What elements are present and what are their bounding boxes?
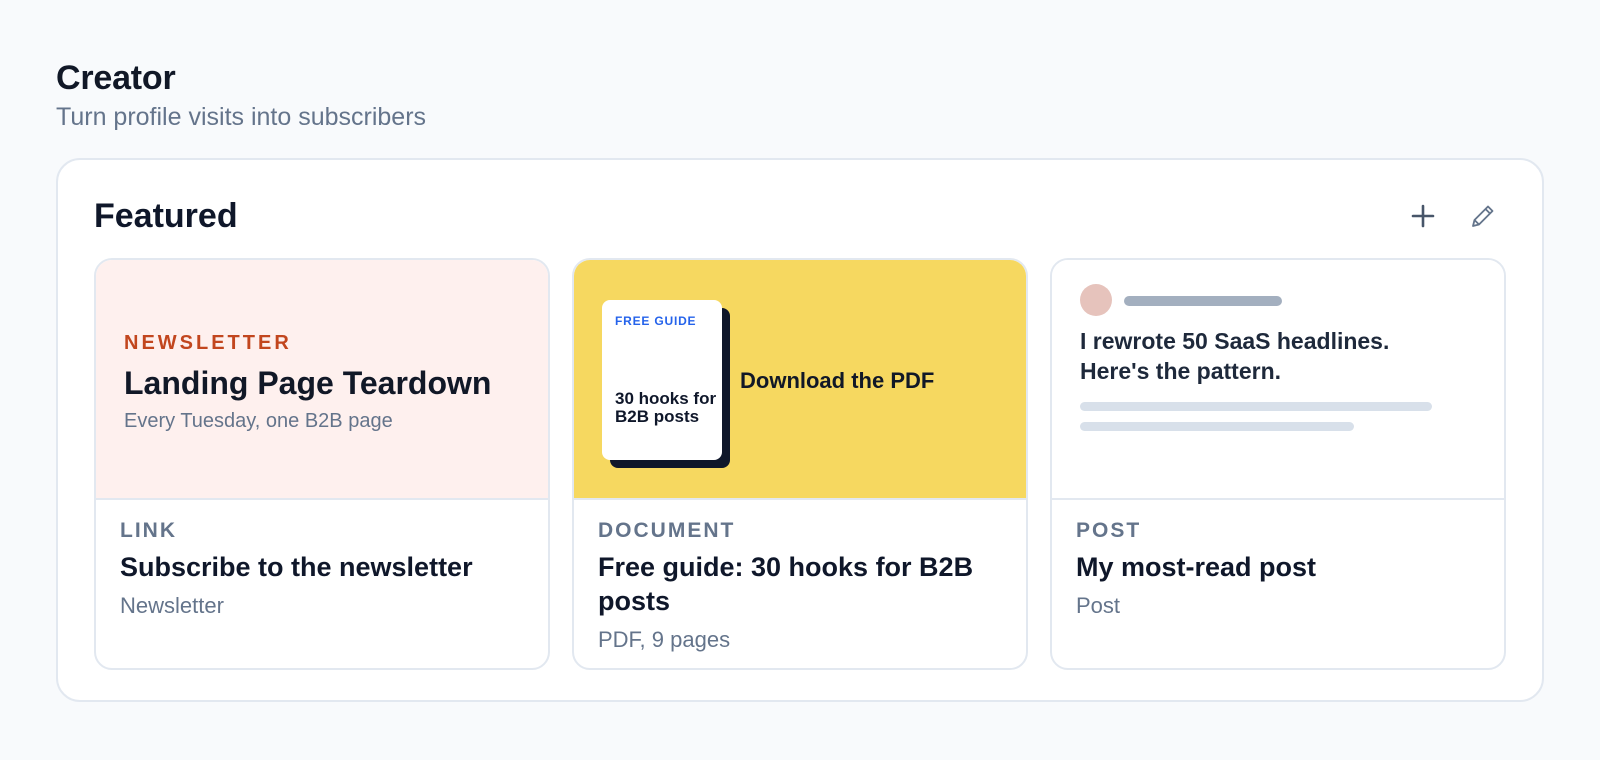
card-body: LINK Subscribe to the newsletter Newslet… xyxy=(96,500,548,638)
post-preview-text: I rewrote 50 SaaS headlines. Here's the … xyxy=(1080,328,1390,384)
featured-section: Featured NEWSLETTER Landing Page Teardow… xyxy=(56,158,1544,702)
post-line-placeholder xyxy=(1080,402,1432,411)
author-name-placeholder xyxy=(1124,296,1282,306)
featured-header: Featured xyxy=(94,194,1506,238)
card-title: My most-read post xyxy=(1076,552,1317,582)
newsletter-name: Landing Page Teardown xyxy=(124,365,492,401)
add-featured-button[interactable] xyxy=(1406,199,1440,233)
pencil-icon xyxy=(1472,205,1494,227)
newsletter-kicker: NEWSLETTER xyxy=(124,332,292,354)
avatar xyxy=(1080,284,1112,316)
edit-featured-button[interactable] xyxy=(1466,199,1500,233)
post-preview: I rewrote 50 SaaS headlines. Here's the … xyxy=(1052,260,1504,500)
plus-icon xyxy=(1411,204,1435,228)
featured-card-newsletter[interactable]: NEWSLETTER Landing Page Teardown Every T… xyxy=(94,258,550,670)
page-subtitle: Turn profile visits into subscribers xyxy=(56,103,427,131)
card-body: DOCUMENT Free guide: 30 hooks for B2B po… xyxy=(574,500,1026,668)
featured-actions xyxy=(1406,199,1500,233)
card-body: POST My most-read post Post xyxy=(1052,500,1504,638)
card-meta: PDF, 9 pages xyxy=(598,627,731,652)
card-title: Subscribe to the newsletter xyxy=(120,552,473,582)
newsletter-preview-content: NEWSLETTER Landing Page Teardown Every T… xyxy=(124,332,491,433)
creator-page: Creator Turn profile visits into subscri… xyxy=(0,0,1600,760)
featured-card-post[interactable]: I rewrote 50 SaaS headlines. Here's the … xyxy=(1050,258,1506,670)
document-preview: FREE GUIDE 30 hooks for B2B posts Downlo… xyxy=(574,260,1026,500)
featured-card-document[interactable]: FREE GUIDE 30 hooks for B2B posts Downlo… xyxy=(572,258,1028,670)
download-pdf-cta: Download the PDF xyxy=(740,368,935,393)
newsletter-tagline: Every Tuesday, one B2B page xyxy=(124,410,393,432)
document-cover: FREE GUIDE 30 hooks for B2B posts xyxy=(602,300,722,460)
document-tag: FREE GUIDE xyxy=(615,314,697,328)
newsletter-preview: NEWSLETTER Landing Page Teardown Every T… xyxy=(96,260,548,500)
card-meta: Post xyxy=(1076,593,1121,618)
card-type-label: LINK xyxy=(120,519,177,542)
document-cover-title: 30 hooks for B2B posts xyxy=(615,389,717,426)
featured-title: Featured xyxy=(94,196,238,235)
card-meta: Newsletter xyxy=(120,593,224,618)
post-line-placeholder xyxy=(1080,422,1354,431)
card-type-label: DOCUMENT xyxy=(598,519,736,542)
card-title: Free guide: 30 hooks for B2B posts xyxy=(598,552,974,616)
page-title: Creator xyxy=(56,59,176,97)
featured-cards: NEWSLETTER Landing Page Teardown Every T… xyxy=(94,258,1506,670)
card-type-label: POST xyxy=(1076,519,1142,542)
